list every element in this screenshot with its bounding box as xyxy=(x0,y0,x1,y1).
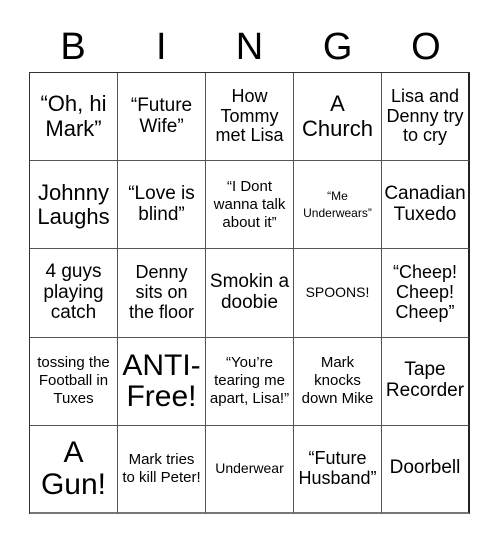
bingo-header: B I N G O xyxy=(29,22,470,72)
bingo-grid: “Oh, hi Mark” “Future Wife” How Tommy me… xyxy=(29,72,470,514)
bingo-cell[interactable]: tossing the Football in Tuxes xyxy=(30,337,118,426)
bingo-cell[interactable]: Underwear xyxy=(206,425,294,514)
bingo-cell[interactable]: How Tommy met Lisa xyxy=(206,73,294,162)
bingo-cell[interactable]: Doorbell xyxy=(382,425,470,514)
bingo-cell[interactable]: Tape Recorder xyxy=(382,337,470,426)
header-letter-n: N xyxy=(235,26,264,68)
bingo-cell[interactable]: Canadian Tuxedo xyxy=(382,161,470,250)
bingo-cell[interactable]: Lisa and Denny try to cry xyxy=(382,73,470,162)
bingo-cell[interactable]: Smokin a doobie xyxy=(206,249,294,338)
bingo-cell[interactable]: “Future Wife” xyxy=(118,73,206,162)
bingo-cell[interactable]: “Oh, hi Mark” xyxy=(30,73,118,162)
bingo-cell[interactable]: “Future Husband” xyxy=(294,425,382,514)
bingo-cell[interactable]: Denny sits on the floor xyxy=(118,249,206,338)
header-letter-g: G xyxy=(322,26,353,68)
bingo-cell[interactable]: “Me Underwears” xyxy=(294,161,382,250)
bingo-cell[interactable]: “Cheep! Cheep! Cheep” xyxy=(382,249,470,338)
bingo-cell[interactable]: A Church xyxy=(294,73,382,162)
bingo-cell[interactable]: Mark tries to kill Peter! xyxy=(118,425,206,514)
bingo-cell[interactable]: 4 guys playing catch xyxy=(30,249,118,338)
bingo-cell[interactable]: “I Dont wanna talk about it” xyxy=(206,161,294,250)
header-letter-i: I xyxy=(156,26,167,68)
bingo-cell[interactable]: ANTI-Free! xyxy=(118,337,206,426)
bingo-cell[interactable]: Mark knocks down Mike xyxy=(294,337,382,426)
bingo-cell[interactable]: “Love is blind” xyxy=(118,161,206,250)
bingo-cell[interactable]: A Gun! xyxy=(30,425,118,514)
bingo-cell[interactable]: Johnny Laughs xyxy=(30,161,118,250)
header-letter-b: B xyxy=(60,26,86,68)
bingo-cell-free[interactable]: SPOONS! xyxy=(294,249,382,338)
header-letter-o: O xyxy=(411,26,441,68)
bingo-cell[interactable]: “You’re tearing me apart, Lisa!” xyxy=(206,337,294,426)
